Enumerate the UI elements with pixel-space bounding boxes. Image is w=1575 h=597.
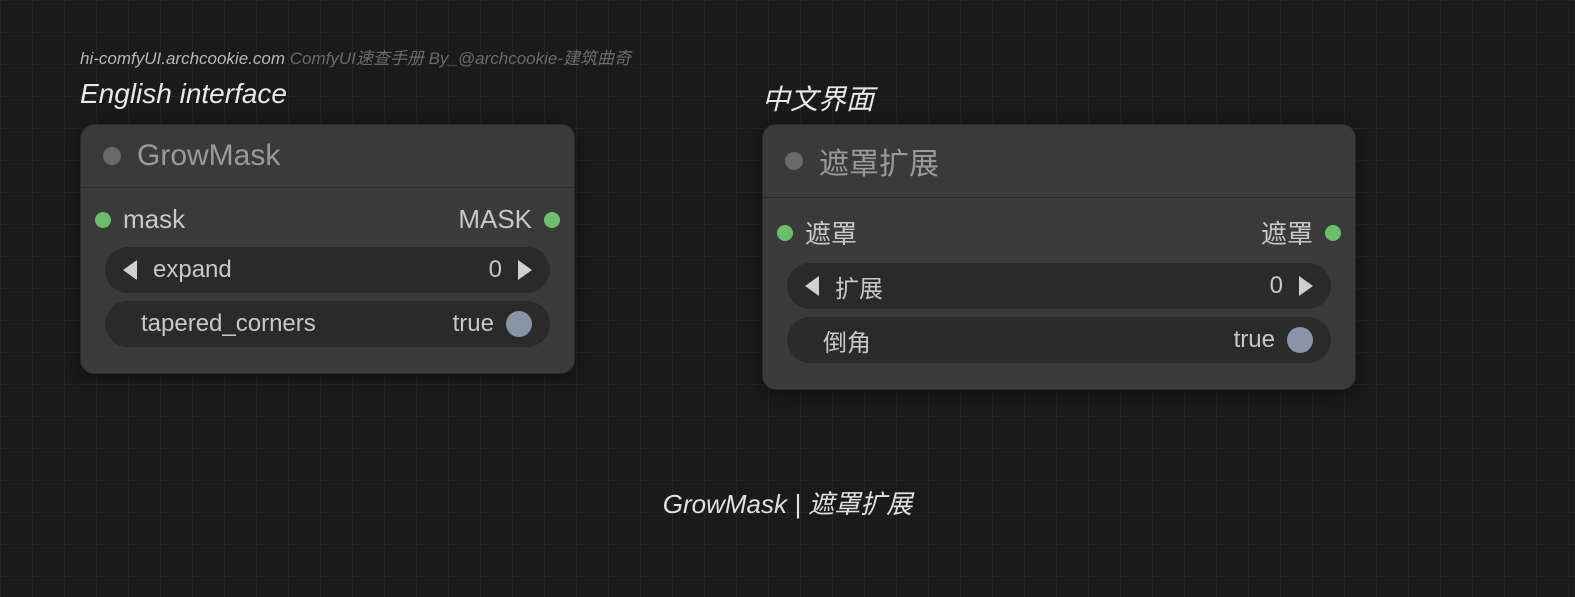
io-row: mask MASK xyxy=(81,200,574,239)
node-collapse-dot[interactable] xyxy=(103,147,121,165)
node-growmask-zh[interactable]: 遮罩扩展 遮罩 遮罩 扩展 0 倒角 xyxy=(762,124,1356,390)
widget-value[interactable]: 0 xyxy=(489,256,502,284)
input-label: mask xyxy=(123,204,185,235)
toggle-indicator-icon[interactable] xyxy=(1287,327,1313,353)
output-label: 遮罩 xyxy=(1261,214,1313,251)
node-title: 遮罩扩展 xyxy=(819,139,939,183)
input-port-mask[interactable] xyxy=(777,225,793,241)
attribution: hi-comfyUI.archcookie.com ComfyUI速查手册 By… xyxy=(80,44,631,69)
node-header[interactable]: GrowMask xyxy=(81,125,574,188)
decrement-arrow-icon[interactable] xyxy=(123,260,137,280)
widget-label: tapered_corners xyxy=(141,310,316,338)
heading-chinese: 中文界面 xyxy=(762,78,874,118)
output-label: MASK xyxy=(458,204,532,235)
widget-value: true xyxy=(1234,326,1275,354)
widget-value: true xyxy=(453,310,494,338)
increment-arrow-icon[interactable] xyxy=(1299,276,1313,296)
widget-tapered-corners[interactable]: 倒角 true xyxy=(787,317,1331,363)
widget-label: 倒角 xyxy=(823,323,871,358)
node-body: 遮罩 遮罩 扩展 0 倒角 true xyxy=(763,198,1355,389)
node-collapse-dot[interactable] xyxy=(785,152,803,170)
widget-label: expand xyxy=(153,256,232,284)
input-label: 遮罩 xyxy=(805,214,857,251)
decrement-arrow-icon[interactable] xyxy=(805,276,819,296)
node-growmask-en[interactable]: GrowMask mask MASK expand 0 xyxy=(80,124,575,374)
node-body: mask MASK expand 0 tapered_corners true xyxy=(81,188,574,373)
output-port-mask[interactable] xyxy=(544,212,560,228)
widget-expand[interactable]: expand 0 xyxy=(105,247,550,293)
input-port-mask[interactable] xyxy=(95,212,111,228)
widget-value[interactable]: 0 xyxy=(1270,272,1283,300)
heading-english: English interface xyxy=(80,78,287,110)
widget-tapered-corners[interactable]: tapered_corners true xyxy=(105,301,550,347)
attribution-byline: ComfyUI速查手册 By_@archcookie-建筑曲奇 xyxy=(285,49,631,68)
node-header[interactable]: 遮罩扩展 xyxy=(763,125,1355,198)
toggle-indicator-icon[interactable] xyxy=(506,311,532,337)
widget-label: 扩展 xyxy=(835,269,883,304)
output-port-mask[interactable] xyxy=(1325,225,1341,241)
attribution-site: hi-comfyUI.archcookie.com xyxy=(80,49,285,68)
io-row: 遮罩 遮罩 xyxy=(763,210,1355,255)
image-caption: GrowMask | 遮罩扩展 xyxy=(0,484,1575,521)
increment-arrow-icon[interactable] xyxy=(518,260,532,280)
node-title: GrowMask xyxy=(137,139,280,173)
widget-expand[interactable]: 扩展 0 xyxy=(787,263,1331,309)
